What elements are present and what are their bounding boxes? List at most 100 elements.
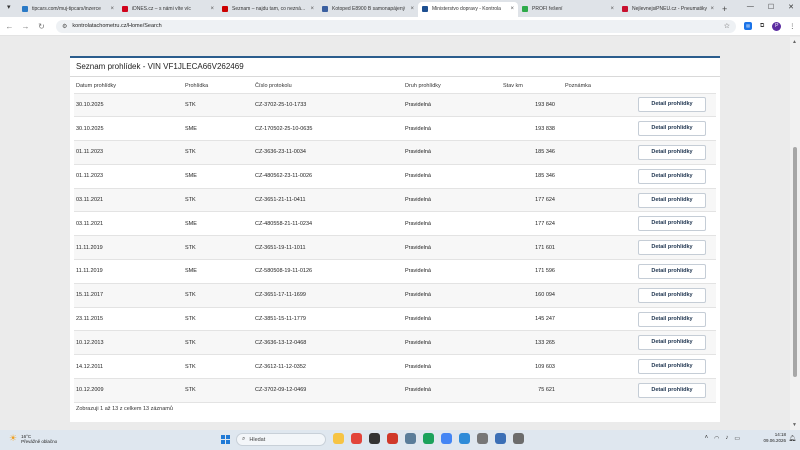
taskbar-search[interactable]: ⌕ Hledat bbox=[236, 433, 326, 446]
page-scrollbar[interactable]: ▲ ▼ bbox=[790, 37, 800, 430]
table-row: 10.12.2009 STK CZ-3702-09-12-0469 Pravideln… bbox=[74, 378, 716, 403]
detail-button[interactable]: Detail prohlídky bbox=[638, 192, 706, 208]
cell-km: 185 346 bbox=[501, 140, 563, 165]
detail-button[interactable]: Detail prohlídky bbox=[638, 263, 706, 279]
cell-type: SME bbox=[183, 116, 253, 142]
scroll-down-icon[interactable]: ▼ bbox=[792, 422, 797, 428]
volume-icon[interactable]: ♪ bbox=[725, 435, 728, 442]
column-header-km[interactable]: Stav km bbox=[501, 80, 563, 94]
browser-tab[interactable]: iDNES.cz – s námi víte víc × bbox=[118, 2, 218, 17]
favicon-icon bbox=[22, 6, 28, 12]
weather-icon: ☀ bbox=[9, 433, 18, 443]
browser-tab[interactable]: PROFI řešení × bbox=[518, 2, 618, 17]
site-info-icon[interactable]: ⚙ bbox=[62, 23, 67, 30]
tab-title: Ministerstvo dopravy - Kontrola bbox=[432, 6, 501, 12]
windows-start-icon[interactable] bbox=[221, 435, 230, 444]
divider bbox=[70, 76, 720, 77]
detail-button[interactable]: Detail prohlídky bbox=[638, 382, 706, 398]
close-tab-icon[interactable]: × bbox=[710, 6, 714, 12]
wifi-icon[interactable]: ◠ bbox=[714, 435, 719, 442]
cell-note bbox=[563, 140, 636, 165]
detail-button[interactable]: Detail prohlídky bbox=[638, 287, 706, 303]
tab-title: iDNES.cz – s námi víte víc bbox=[132, 6, 191, 12]
new-tab-icon[interactable]: + bbox=[722, 4, 727, 14]
close-window-icon[interactable]: ✕ bbox=[788, 3, 794, 11]
cell-type: SME bbox=[183, 164, 253, 189]
cell-note bbox=[563, 283, 636, 308]
detail-button[interactable]: Detail prohlídky bbox=[638, 121, 706, 137]
app-icon-dark[interactable] bbox=[369, 433, 380, 444]
browser-tab[interactable]: NejlevnejsiPNEU.cz - Pneumatiky × bbox=[618, 2, 718, 17]
cell-note bbox=[563, 211, 636, 237]
cell-kind: Pravidelná bbox=[403, 259, 501, 284]
detail-button[interactable]: Detail prohlídky bbox=[638, 335, 706, 351]
panel-title: Seznam prohlídek - VIN VF1JLECA66V262469 bbox=[76, 62, 244, 71]
detail-button[interactable]: Detail prohlídky bbox=[638, 311, 706, 327]
battery-icon[interactable]: ▭ bbox=[734, 435, 740, 442]
window-controls: — ☐ ✕ bbox=[747, 3, 794, 11]
cell-action: Detail prohlídky bbox=[636, 211, 716, 237]
column-header-protocol[interactable]: Číslo protokolu bbox=[253, 80, 403, 94]
detail-button[interactable]: Detail prohlídky bbox=[638, 240, 706, 256]
scrollbar-thumb[interactable] bbox=[793, 147, 797, 377]
edge-icon[interactable] bbox=[423, 433, 434, 444]
close-tab-icon[interactable]: × bbox=[110, 6, 114, 12]
app-icon-cloud[interactable] bbox=[495, 433, 506, 444]
extensions-puzzle-icon[interactable]: ⧉ bbox=[760, 23, 764, 30]
chrome-icon[interactable] bbox=[441, 433, 452, 444]
column-header-type[interactable]: Prohlídka bbox=[183, 80, 253, 94]
column-header-note[interactable]: Poznámka bbox=[563, 80, 636, 94]
close-tab-icon[interactable]: × bbox=[610, 6, 614, 12]
close-tab-icon[interactable]: × bbox=[510, 6, 514, 12]
detail-button[interactable]: Detail prohlídky bbox=[638, 216, 706, 232]
back-icon[interactable]: ← bbox=[3, 22, 16, 31]
app-icon-office[interactable] bbox=[387, 433, 398, 444]
column-header-kind[interactable]: Druh prohlídky bbox=[403, 80, 501, 94]
reload-icon[interactable]: ↻ bbox=[35, 22, 48, 31]
maximize-icon[interactable]: ☐ bbox=[768, 3, 774, 11]
cell-km: 160 094 bbox=[501, 283, 563, 308]
detail-button[interactable]: Detail prohlídky bbox=[638, 168, 706, 184]
file-explorer-icon[interactable] bbox=[333, 433, 344, 444]
browser-tab[interactable]: Kotoped E8900 B samonapájený × bbox=[318, 2, 418, 17]
cell-note bbox=[563, 378, 636, 403]
app-icon-tools[interactable] bbox=[477, 433, 488, 444]
browser-tab[interactable]: Seznam – najdu tam, co nezná... × bbox=[218, 2, 318, 17]
detail-button[interactable]: Detail prohlídky bbox=[638, 144, 706, 160]
scroll-up-icon[interactable]: ▲ bbox=[792, 39, 797, 45]
notification-bell-icon[interactable]: 🔔︎ bbox=[788, 435, 796, 442]
weather-widget[interactable]: ☀ 16°C Převážně oblačno bbox=[9, 433, 57, 444]
app-icon-red[interactable] bbox=[351, 433, 362, 444]
forward-icon[interactable]: → bbox=[19, 22, 32, 31]
close-tab-icon[interactable]: × bbox=[410, 6, 414, 12]
close-tab-icon[interactable]: × bbox=[310, 6, 314, 12]
address-bar[interactable]: ⚙ kontrolatachometru.cz/Home/Search ☆ bbox=[56, 19, 736, 33]
cell-kind: Pravidelná bbox=[403, 211, 501, 237]
extension-icon[interactable]: ▤ bbox=[744, 22, 752, 30]
cell-km: 171 596 bbox=[501, 259, 563, 284]
cell-type: STK bbox=[183, 188, 253, 213]
cell-action: Detail prohlídky bbox=[636, 307, 716, 332]
cell-note bbox=[563, 307, 636, 332]
tab-search-icon[interactable]: ▾ bbox=[7, 3, 11, 11]
close-tab-icon[interactable]: × bbox=[210, 6, 214, 12]
cell-km: 177 624 bbox=[501, 188, 563, 213]
app-icon-misc[interactable] bbox=[513, 433, 524, 444]
browser-tab[interactable]: tipcars.com/muj-tipcars/inzerce × bbox=[18, 2, 118, 17]
column-header-date[interactable]: Datum prohlídky bbox=[74, 80, 183, 94]
clock[interactable]: 14:18 09.06.2026 bbox=[763, 432, 786, 444]
app-icon-blue[interactable] bbox=[459, 433, 470, 444]
tab-title: Kotoped E8900 B samonapájený bbox=[332, 6, 406, 12]
profile-avatar[interactable]: P bbox=[772, 21, 782, 31]
tab-title: tipcars.com/muj-tipcars/inzerce bbox=[32, 6, 101, 12]
bookmark-star-icon[interactable]: ☆ bbox=[724, 22, 730, 30]
tray-chevron-icon[interactable]: ˄ bbox=[705, 435, 709, 442]
app-icon-gray[interactable] bbox=[405, 433, 416, 444]
browser-menu-icon[interactable]: ⋮ bbox=[789, 23, 795, 30]
detail-button[interactable]: Detail prohlídky bbox=[638, 359, 706, 375]
table-row: 01.11.2023 SME CZ-480562-23-11-0026 Pravide… bbox=[74, 164, 716, 189]
minimize-icon[interactable]: — bbox=[747, 3, 754, 11]
browser-tab[interactable]: Ministerstvo dopravy - Kontrola × bbox=[418, 1, 518, 17]
detail-button[interactable]: Detail prohlídky bbox=[638, 97, 706, 113]
cell-km: 171 601 bbox=[501, 235, 563, 261]
